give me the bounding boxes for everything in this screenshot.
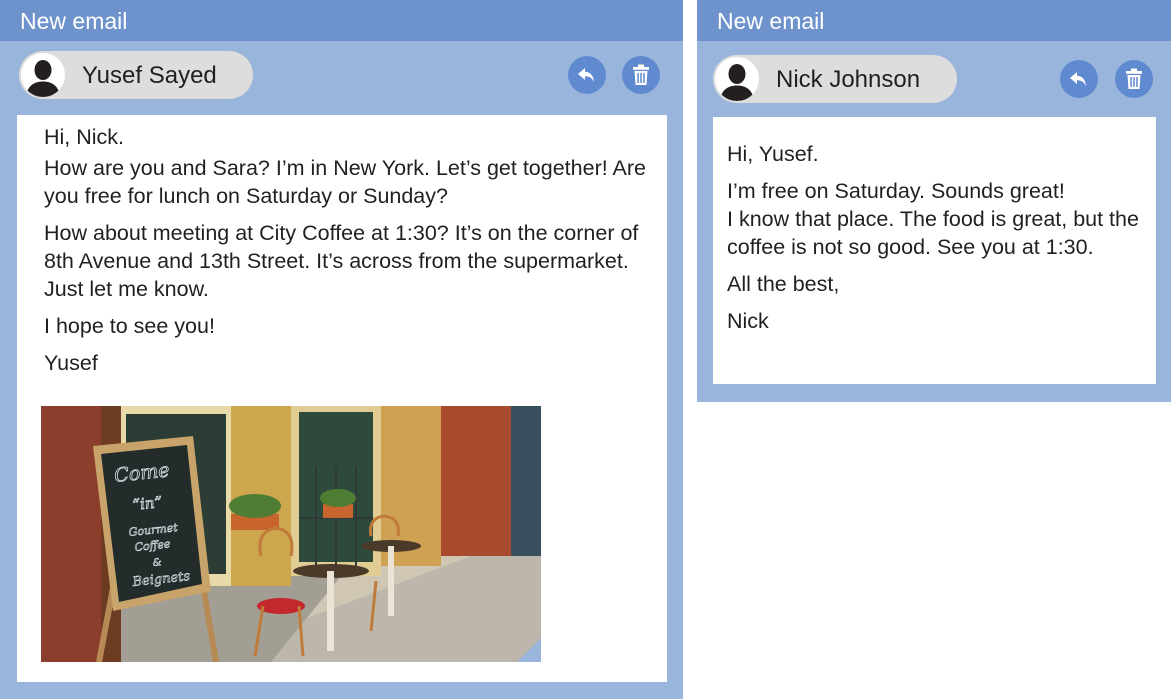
message-paragraph: I hope to see you! xyxy=(44,314,215,338)
delete-button[interactable] xyxy=(1115,60,1153,98)
message-text: Hi, Yusef. I’m free on Saturday. Sounds … xyxy=(727,140,1155,335)
message-paragraph: How about meeting at City Coffee at 1:30… xyxy=(44,221,639,301)
email-body: Hi, Yusef. I’m free on Saturday. Sounds … xyxy=(713,117,1156,384)
email-body: Hi, Nick. How are you and Sara? I’m in N… xyxy=(17,115,667,682)
trash-can-icon xyxy=(1126,68,1142,89)
greeting: Hi, Yusef. xyxy=(727,142,819,166)
signature: Nick xyxy=(727,309,769,333)
title-bar: New email xyxy=(0,0,683,41)
message-paragraph: I know that place. The food is great, bu… xyxy=(727,207,1139,259)
person-silhouette-icon xyxy=(21,53,65,97)
sender-name: Yusef Sayed xyxy=(82,62,217,89)
email-window-nick: New email Nick Johnson Hi, Yusef. I’m fr… xyxy=(697,0,1171,402)
title-bar: New email xyxy=(697,0,1171,41)
sender-name: Nick Johnson xyxy=(776,66,921,93)
attached-photo-cafe: Come “in” Gourmet Coffee & Beignets xyxy=(41,406,541,662)
reply-button[interactable] xyxy=(1060,60,1098,98)
message-paragraph: I’m free on Saturday. Sounds great! xyxy=(727,179,1065,203)
reply-button[interactable] xyxy=(568,56,606,94)
message-text: Hi, Nick. How are you and Sara? I’m in N… xyxy=(44,123,664,377)
reply-arrow-icon xyxy=(1070,72,1086,86)
sender-chip[interactable]: Nick Johnson xyxy=(713,55,957,103)
chalkboard-text: “in” xyxy=(132,493,164,514)
window-title: New email xyxy=(717,8,825,34)
person-silhouette-icon xyxy=(715,57,759,101)
message-paragraph: How are you and Sara? I’m in New York. L… xyxy=(44,156,646,208)
window-title: New email xyxy=(20,8,128,34)
reply-arrow-icon xyxy=(578,68,594,82)
trash-can-icon xyxy=(633,64,649,85)
signature: Yusef xyxy=(44,351,98,375)
greeting: Hi, Nick. xyxy=(44,125,125,149)
chalkboard-text: & xyxy=(152,557,162,569)
message-paragraph: All the best, xyxy=(727,272,840,296)
sender-chip[interactable]: Yusef Sayed xyxy=(19,51,253,99)
email-window-yusef: New email Yusef Sayed Hi, Nick. How are … xyxy=(0,0,683,699)
delete-button[interactable] xyxy=(622,56,660,94)
